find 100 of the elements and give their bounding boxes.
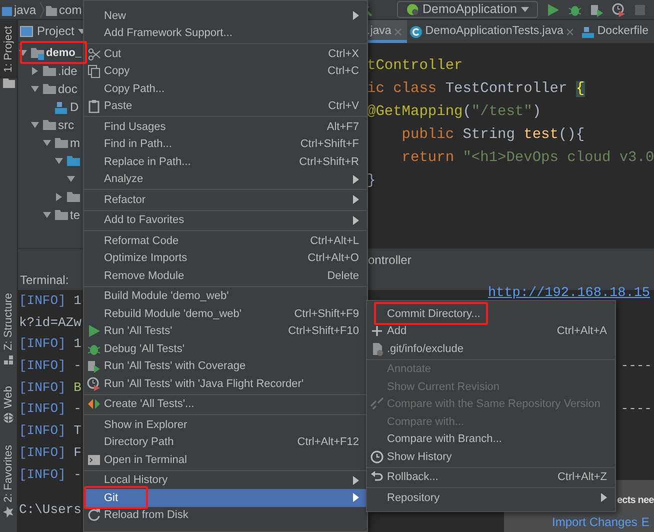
tool-window-tab[interactable]: Z: Structure [0, 286, 17, 372]
run-tab-title[interactable]: ontroller [368, 250, 412, 268]
notification-link[interactable]: E [641, 513, 650, 531]
menu-item[interactable]: .git/info/exclude [367, 340, 615, 358]
tree-item[interactable]: te [70, 206, 80, 224]
shortcut-text: Ctrl+Shift+F [299, 137, 359, 152]
menu-item[interactable]: Add Framework Support... [84, 24, 367, 42]
menu-item[interactable]: Optimize Imports Ctrl+Alt+O [84, 250, 367, 267]
menu-item[interactable]: Rollback... Ctrl+Alt+Z [367, 468, 615, 486]
terminal-line: k?id=AZw [19, 314, 82, 332]
expand-arrow-icon[interactable] [30, 120, 40, 130]
expand-arrow-icon[interactable] [18, 48, 28, 58]
notification-link[interactable]: Import Changes [552, 513, 638, 531]
file-icon [370, 342, 384, 356]
caret-icon [521, 7, 529, 12]
menu-item[interactable]: Find in Path... Ctrl+Shift+F [84, 136, 367, 153]
panel-icon [20, 26, 33, 36]
menu-item[interactable]: Add Ctrl+Alt+A [367, 322, 615, 340]
menu-item[interactable]: Replace in Path... Ctrl+Shift+R [84, 153, 367, 170]
menu-item[interactable]: Copy Path... [84, 80, 367, 98]
clock-icon[interactable] [612, 2, 626, 16]
menu-item[interactable]: Cut Ctrl+X [84, 45, 367, 62]
expand-arrow-icon[interactable] [66, 174, 76, 184]
collapse-arrow-icon[interactable] [54, 192, 64, 202]
expand-arrow-icon[interactable] [54, 156, 64, 166]
menu-item[interactable]: Build Module 'demo_web' [84, 288, 367, 305]
menu-item[interactable]: Debug 'All Tests' [84, 340, 367, 358]
menu-item[interactable]: Commit Directory... [367, 305, 615, 322]
reload-icon [87, 508, 101, 522]
menu-item[interactable]: Run 'All Tests' with Coverage [84, 358, 367, 375]
close-icon[interactable] [566, 28, 574, 36]
class-icon [409, 25, 422, 38]
clock-icon [370, 450, 384, 464]
menu-item[interactable]: Copy Ctrl+C [84, 62, 367, 80]
expand-arrow-icon[interactable] [42, 138, 52, 148]
run-icon[interactable] [546, 2, 560, 16]
editor-tab[interactable]: DemoApplicationTests.java [407, 20, 580, 43]
shortcut-text: Ctrl+Alt+L [309, 234, 359, 248]
folder-icon [42, 118, 56, 132]
menu-item[interactable]: Refactor [84, 191, 367, 208]
coverage-icon [87, 359, 101, 374]
tool-window-tab[interactable]: 2: Favorites [0, 438, 17, 524]
menu-item[interactable]: Show History [367, 448, 615, 466]
menu-item[interactable]: Create 'All Tests'... [84, 396, 367, 413]
terminal-title: Terminal: [20, 272, 69, 289]
folder-icon [54, 136, 68, 150]
menu-item[interactable]: Reformat Code Ctrl+Alt+L [84, 232, 367, 250]
menu-item[interactable]: Rebuild Module 'demo_web' Ctrl+Shift+F9 [84, 305, 367, 322]
editor-tab[interactable]: .java [365, 20, 408, 43]
tree-item[interactable]: m [70, 134, 80, 152]
terminal-line: [INFO] 1 [19, 335, 82, 354]
run-configuration-dropdown[interactable]: DemoApplication [396, 1, 538, 18]
terminal-icon [87, 452, 101, 467]
menu-item[interactable]: Run 'All Tests' with 'Java Flight Recorder' [84, 375, 367, 392]
menu-item[interactable]: Show in Explorer [84, 416, 367, 434]
docker-file-icon [581, 25, 594, 38]
menu-item[interactable]: Git [84, 489, 367, 506]
menu-item[interactable]: Repository [367, 489, 615, 506]
collapse-arrow-icon[interactable] [30, 66, 40, 76]
compare-icon [370, 397, 384, 412]
tree-item[interactable]: doc [58, 80, 78, 98]
breadcrumb-item[interactable]: java [0, 0, 40, 18]
menu-item[interactable]: Compare with Branch... [367, 430, 615, 448]
tool-window-tab[interactable]: Web [0, 380, 17, 431]
breadcrumb-item[interactable]: com [45, 0, 85, 18]
menu-item[interactable]: Paste Ctrl+V [84, 98, 367, 115]
shortcut-text: Ctrl+Alt+Z [556, 470, 607, 485]
shortcut-text: Ctrl+Alt+A [556, 324, 607, 339]
notification-text: ects nee [617, 495, 654, 506]
terminal-line: [INFO] - [19, 357, 82, 376]
clock-icon [87, 376, 101, 391]
tool-window-tab[interactable]: 1: Project [0, 20, 17, 78]
shortcut-text: Ctrl+C [326, 64, 359, 79]
spring-icon [406, 3, 418, 16]
menu-item[interactable]: Analyze [84, 170, 367, 188]
menu-item[interactable]: Run 'All Tests' Ctrl+Shift+F10 [84, 322, 367, 340]
editor-tab[interactable]: Dockerfile [579, 20, 654, 43]
expand-arrow-icon[interactable] [30, 84, 40, 94]
terminal-line: [INFO] F [19, 444, 82, 462]
url-link[interactable]: http://192.168.18.15 [488, 287, 650, 300]
tree-item[interactable]: src [58, 116, 74, 134]
coverage-icon[interactable] [590, 2, 604, 16]
menu-item[interactable]: Find Usages Alt+F7 [84, 118, 367, 136]
menu-item[interactable]: Reload from Disk [84, 506, 367, 524]
menu-item[interactable]: Directory Path Ctrl+Alt+F12 [84, 434, 367, 451]
tree-item[interactable]: .ide [58, 62, 78, 80]
terminal-line: [INFO] - [19, 466, 82, 484]
menu-item[interactable]: New [84, 7, 367, 24]
terminal-text: ---- [620, 357, 653, 376]
menu-item[interactable]: Add to Favorites [84, 212, 367, 229]
menu-item[interactable]: Open in Terminal [84, 451, 367, 468]
panel-title[interactable]: Project [37, 22, 74, 40]
menu-item[interactable]: Local History [84, 472, 367, 489]
expand-arrow-icon[interactable] [42, 210, 52, 220]
tree-item[interactable]: demo_ [46, 44, 82, 62]
code-editor[interactable]: tController ic class TestController { @GetMapping("/test") public String test(){ return "<h1>DevOps cloud v3.0 } [365, 43, 654, 248]
terminal-line: [INFO] 1 [19, 292, 82, 310]
menu-item[interactable]: Remove Module Delete [84, 267, 367, 284]
tree-item[interactable]: D [70, 98, 79, 116]
folder-icon [66, 190, 80, 204]
